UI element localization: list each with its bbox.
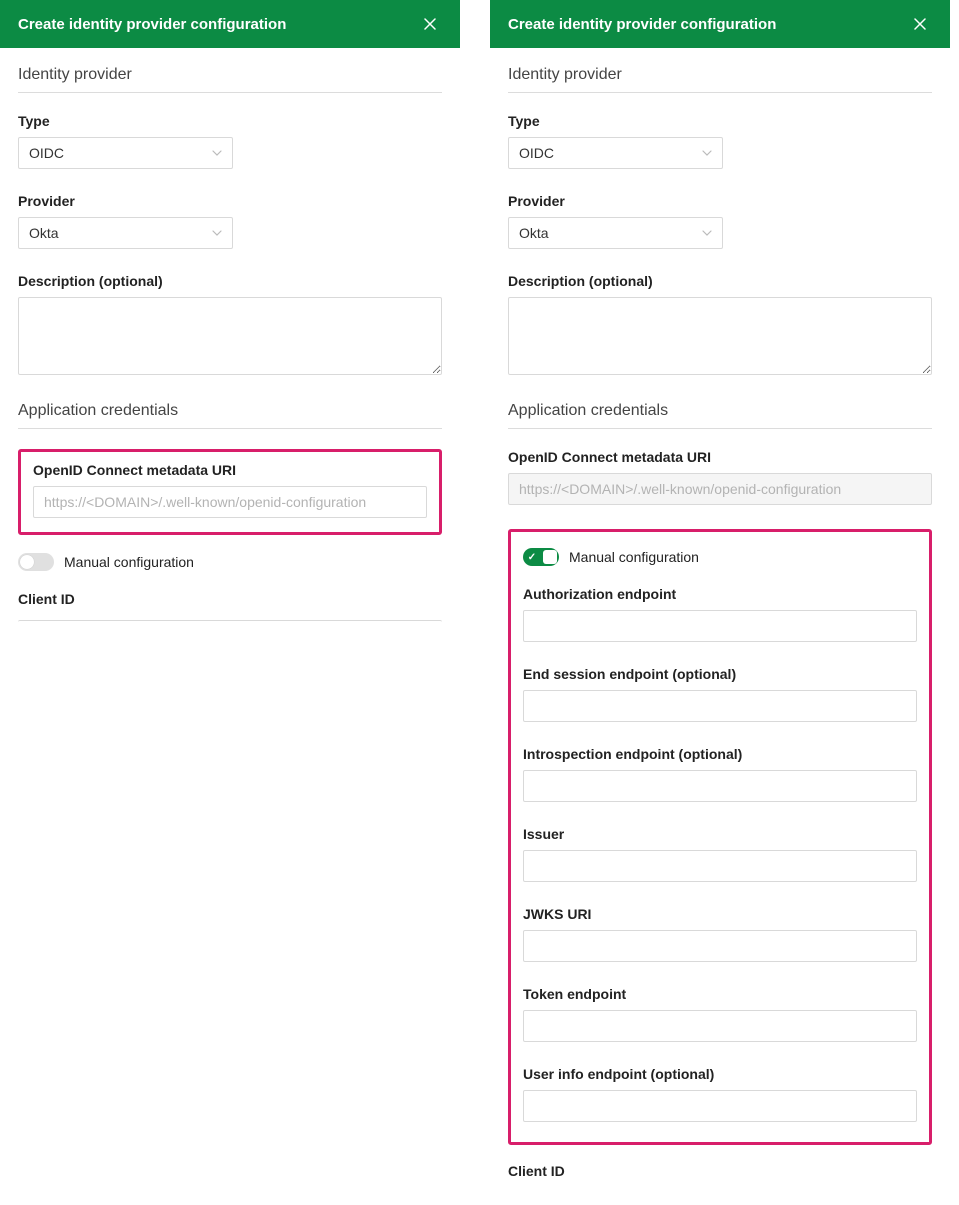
- highlight-openid: OpenID Connect metadata URI: [18, 449, 442, 535]
- chevron-down-icon: [702, 148, 712, 158]
- jwks-label: JWKS URI: [523, 906, 917, 922]
- type-label: Type: [18, 113, 442, 129]
- token-label: Token endpoint: [523, 986, 917, 1002]
- section-identity-provider: Identity provider: [18, 66, 442, 93]
- openid-input[interactable]: [33, 486, 427, 518]
- chevron-down-icon: [212, 228, 222, 238]
- manual-config-label: Manual configuration: [64, 554, 194, 570]
- client-id-label: Client ID: [508, 1163, 932, 1179]
- chevron-down-icon: [702, 228, 712, 238]
- userinfo-label: User info endpoint (optional): [523, 1066, 917, 1082]
- description-label: Description (optional): [508, 273, 932, 289]
- end-session-label: End session endpoint (optional): [523, 666, 917, 682]
- panel-header: Create identity provider configuration: [0, 0, 460, 48]
- manual-config-label: Manual configuration: [569, 549, 699, 565]
- description-label: Description (optional): [18, 273, 442, 289]
- header-title: Create identity provider configuration: [18, 16, 286, 33]
- token-input[interactable]: [523, 1010, 917, 1042]
- provider-label: Provider: [508, 193, 932, 209]
- provider-value: Okta: [29, 225, 59, 241]
- issuer-label: Issuer: [523, 826, 917, 842]
- introspection-input[interactable]: [523, 770, 917, 802]
- highlight-manual: ✓ Manual configuration Authorization end…: [508, 529, 932, 1145]
- type-value: OIDC: [519, 145, 554, 161]
- provider-label: Provider: [18, 193, 442, 209]
- header-title: Create identity provider configuration: [508, 16, 776, 33]
- jwks-input[interactable]: [523, 930, 917, 962]
- userinfo-input[interactable]: [523, 1090, 917, 1122]
- openid-label: OpenID Connect metadata URI: [508, 449, 932, 465]
- type-label: Type: [508, 113, 932, 129]
- panel-left: Create identity provider configuration I…: [0, 0, 460, 1173]
- auth-endpoint-input[interactable]: [523, 610, 917, 642]
- section-application-credentials: Application credentials: [508, 402, 932, 429]
- client-id-label: Client ID: [18, 591, 442, 607]
- provider-value: Okta: [519, 225, 549, 241]
- openid-label: OpenID Connect metadata URI: [33, 462, 427, 478]
- manual-config-toggle[interactable]: ✓: [523, 548, 559, 566]
- panel-right: Create identity provider configuration I…: [490, 0, 950, 1173]
- close-icon[interactable]: [908, 12, 932, 36]
- description-textarea[interactable]: [18, 297, 442, 375]
- close-icon[interactable]: [418, 12, 442, 36]
- client-id-input[interactable]: [18, 620, 442, 626]
- end-session-input[interactable]: [523, 690, 917, 722]
- panel-header: Create identity provider configuration: [490, 0, 950, 48]
- description-textarea[interactable]: [508, 297, 932, 375]
- section-identity-provider: Identity provider: [508, 66, 932, 93]
- provider-select[interactable]: Okta: [508, 217, 723, 249]
- issuer-input[interactable]: [523, 850, 917, 882]
- section-application-credentials: Application credentials: [18, 402, 442, 429]
- chevron-down-icon: [212, 148, 222, 158]
- auth-endpoint-label: Authorization endpoint: [523, 586, 917, 602]
- type-select[interactable]: OIDC: [508, 137, 723, 169]
- type-select[interactable]: OIDC: [18, 137, 233, 169]
- openid-input: [508, 473, 932, 505]
- manual-config-toggle[interactable]: [18, 553, 54, 571]
- type-value: OIDC: [29, 145, 64, 161]
- introspection-label: Introspection endpoint (optional): [523, 746, 917, 762]
- provider-select[interactable]: Okta: [18, 217, 233, 249]
